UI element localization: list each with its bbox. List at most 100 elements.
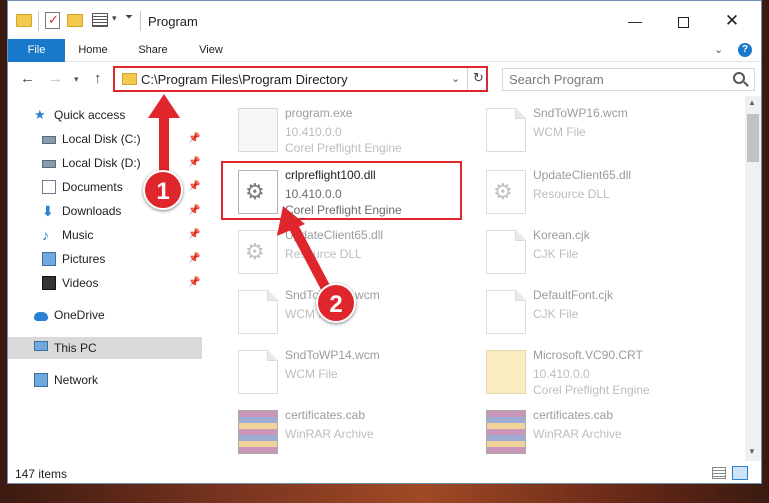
videos-icon <box>42 276 56 290</box>
file-name: Microsoft.VC90.CRT <box>533 348 643 362</box>
pin-icon[interactable]: 📌 <box>188 128 200 150</box>
zip-icon <box>486 350 526 394</box>
minimize-button[interactable]: — <box>620 9 650 33</box>
refresh-icon[interactable]: ↻ <box>473 70 484 86</box>
pin-icon[interactable]: 📌 <box>188 200 200 222</box>
rar-icon <box>486 410 526 454</box>
file-item[interactable]: certificates.cab WinRAR Archive <box>230 402 470 460</box>
search-icon[interactable] <box>733 72 745 84</box>
sidebar-item-label: Network <box>54 373 99 387</box>
window-title: Program <box>148 14 198 29</box>
file-item[interactable]: certificates.cab WinRAR Archive <box>478 402 718 460</box>
properties-check-icon[interactable] <box>45 12 60 29</box>
file-name: program.exe <box>285 106 353 120</box>
scroll-up-icon[interactable]: ▲ <box>748 98 756 107</box>
search-input[interactable] <box>509 72 719 87</box>
network-icon <box>34 373 48 387</box>
new-folder-icon[interactable] <box>67 14 83 27</box>
search-box[interactable] <box>502 68 755 91</box>
recent-locations-icon[interactable]: ▾ <box>74 74 79 85</box>
file-item[interactable]: program.exe 10.410.0.0 Corel Preflight E… <box>230 100 470 158</box>
sidebar-item-this-pc[interactable]: This PC <box>8 337 202 359</box>
file-detail: WinRAR Archive <box>533 427 622 441</box>
sidebar-item-label: OneDrive <box>54 308 105 322</box>
file-item[interactable]: SndToWP16.wcm WCM File <box>478 100 718 158</box>
separator <box>140 11 141 31</box>
sidebar-item-local-disk-d[interactable]: Local Disk (D:) 📌 <box>8 152 202 174</box>
tab-view[interactable]: View <box>188 39 234 62</box>
file-detail: 10.410.0.0 <box>285 125 342 139</box>
sidebar-item-pictures[interactable]: Pictures 📌 <box>8 248 202 270</box>
file-icon <box>238 350 278 394</box>
tab-share[interactable]: Share <box>130 39 176 62</box>
vertical-scrollbar[interactable]: ▲ ▼ <box>745 96 761 461</box>
expand-ribbon-icon[interactable]: ⌄ <box>714 43 723 56</box>
onedrive-icon <box>34 312 48 321</box>
tab-file[interactable]: File <box>8 39 65 62</box>
sidebar-item-music[interactable]: ♪ Music 📌 <box>8 224 202 246</box>
maximize-icon <box>677 16 689 28</box>
this-pc-icon <box>34 341 48 351</box>
file-detail: Corel Preflight Engine <box>533 383 650 397</box>
file-list: program.exe 10.410.0.0 Corel Preflight E… <box>202 96 745 461</box>
file-name: Korean.cjk <box>533 228 590 242</box>
pin-icon[interactable]: 📌 <box>188 248 200 270</box>
file-detail: Corel Preflight Engine <box>285 141 402 155</box>
file-icon <box>238 290 278 334</box>
disk-icon <box>42 136 56 144</box>
folder-icon <box>16 14 32 27</box>
close-button[interactable]: ✕ <box>717 9 747 33</box>
details-view-icon[interactable] <box>712 467 726 479</box>
pin-icon[interactable]: 📌 <box>188 272 200 294</box>
sidebar-item-quick-access[interactable]: ★ Quick access <box>8 104 202 126</box>
tiles-view-icon[interactable] <box>732 466 748 480</box>
sidebar-item-label: Downloads <box>62 204 122 218</box>
sidebar-item-local-disk-c[interactable]: Local Disk (C:) 📌 <box>8 128 202 150</box>
file-icon <box>486 290 526 334</box>
back-button[interactable]: ← <box>20 70 35 87</box>
file-item[interactable]: Microsoft.VC90.CRT 10.410.0.0 Corel Pref… <box>478 342 718 400</box>
chevron-down-icon[interactable]: ⌄ <box>451 72 460 85</box>
file-item[interactable]: SndToWP14.wcm WCM File <box>230 342 470 400</box>
chevron-down-icon[interactable]: ▾ <box>112 13 117 24</box>
sidebar-item-label: Documents <box>62 180 123 194</box>
sidebar-item-videos[interactable]: Videos 📌 <box>8 272 202 294</box>
help-icon[interactable]: ? <box>738 43 752 57</box>
rar-icon <box>238 410 278 454</box>
sidebar-item-network[interactable]: Network <box>8 369 202 391</box>
maximize-button[interactable] <box>668 9 698 33</box>
scroll-thumb[interactable] <box>747 114 759 162</box>
file-item[interactable]: UpdateClient65.dll Resource DLL <box>478 162 718 220</box>
pin-icon[interactable]: 📌 <box>188 176 200 198</box>
sidebar-item-label: Quick access <box>54 108 126 122</box>
sidebar-item-onedrive[interactable]: OneDrive <box>8 304 202 326</box>
customize-toolbar-icon[interactable]: ⏷ <box>125 12 133 23</box>
scroll-down-icon[interactable]: ▼ <box>748 447 756 456</box>
file-explorer-window: ▾ ⏷ Program — ✕ File Home Share View ⌄ ?… <box>7 0 762 484</box>
address-bar[interactable]: C:\Program Files\Program Directory ⌄ ↻ <box>113 66 488 92</box>
ribbon-tabs: File Home Share View ⌄ ? <box>8 39 761 62</box>
status-bar: 147 items <box>8 461 761 483</box>
file-name: certificates.cab <box>533 408 614 422</box>
sidebar-item-label: Local Disk (C:) <box>62 132 141 146</box>
pin-icon[interactable]: 📌 <box>188 152 200 174</box>
file-name: UpdateClient65.dll <box>533 168 632 182</box>
address-path[interactable]: C:\Program Files\Program Directory <box>141 72 348 87</box>
pin-icon[interactable]: 📌 <box>188 224 200 246</box>
file-icon <box>486 108 526 152</box>
folder-icon <box>122 73 137 85</box>
file-detail: 10.410.0.0 <box>533 367 590 381</box>
documents-icon <box>42 180 56 194</box>
file-item[interactable]: DefaultFont.cjk CJK File <box>478 282 718 340</box>
star-icon: ★ <box>34 107 46 122</box>
forward-button[interactable]: → <box>48 70 63 87</box>
file-item[interactable]: Korean.cjk CJK File <box>478 222 718 280</box>
separator <box>38 11 39 31</box>
music-icon: ♪ <box>42 227 49 243</box>
file-detail: CJK File <box>533 247 579 261</box>
up-button[interactable]: ↑ <box>94 70 102 87</box>
list-view-icon[interactable] <box>92 13 108 27</box>
file-item[interactable]: UpdateClient65.dll Resource DLL <box>230 222 470 280</box>
download-icon: ⬇ <box>42 203 54 219</box>
tab-home[interactable]: Home <box>70 39 116 62</box>
